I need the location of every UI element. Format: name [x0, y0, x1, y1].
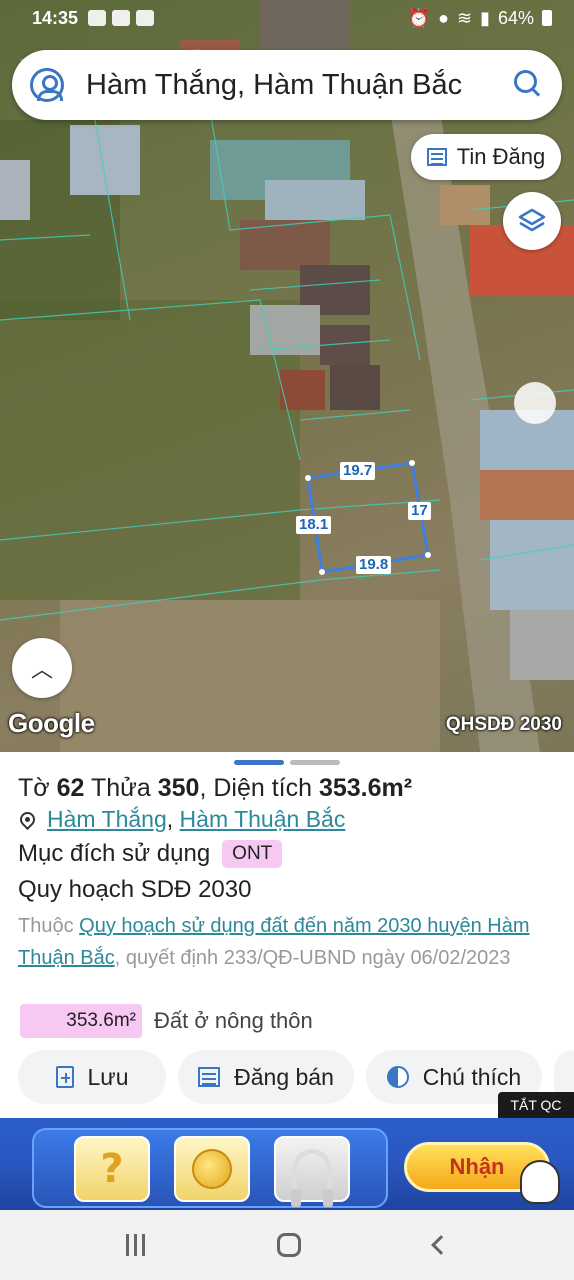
note-suffix: , quyết định 233/QĐ-UBND ngày 06/02/2023	[114, 947, 511, 969]
parcel-dimension-bottom: 19.8	[356, 556, 392, 574]
listings-button[interactable]: Tin Đăng	[411, 134, 561, 180]
alarm-icon: ⏰	[407, 7, 431, 28]
search-icon[interactable]	[514, 70, 544, 100]
sheet-label: Tờ	[18, 774, 50, 802]
account-icon[interactable]	[30, 68, 64, 102]
sheet-number: 62	[56, 774, 85, 802]
lot-label: Thửa	[90, 774, 151, 802]
expand-up-button[interactable]: ︿	[12, 638, 72, 698]
land-use-purpose: Mục đích sử dụng ONT	[18, 840, 283, 868]
area-value: 353.6m²	[318, 774, 413, 802]
parcel-dimension-right: 17	[408, 502, 431, 520]
plan-title: Quy hoạch SDĐ 2030	[18, 876, 252, 903]
headphones-icon	[291, 1149, 333, 1207]
purpose-code-badge: ONT	[222, 840, 283, 868]
commune-link[interactable]: Hàm Thắng	[47, 806, 167, 833]
mail-notification-icon	[112, 10, 131, 26]
post-sale-button[interactable]: Đăng bán	[178, 1050, 354, 1104]
listings-label: Tin Đăng	[456, 144, 546, 169]
sheet-drag-handle[interactable]	[234, 760, 340, 765]
signal-icon: ▮	[480, 7, 490, 28]
wifi-icon: ≋	[456, 7, 473, 28]
land-type-legend: 353.6m² Đất ở nông thôn	[20, 1004, 313, 1038]
status-time: 14:35	[32, 7, 79, 28]
home-button[interactable]	[277, 1233, 302, 1257]
legend-label: Đất ở nông thôn	[154, 1008, 313, 1033]
messenger-notification-icon	[88, 10, 107, 26]
newspaper-icon	[426, 148, 447, 166]
save-label: Lưu	[87, 1063, 129, 1090]
ad-question-tile: ?	[74, 1136, 150, 1202]
coin-icon	[192, 1149, 232, 1189]
chevron-up-icon: ︿	[30, 657, 53, 682]
note-prefix: Thuộc	[18, 915, 74, 937]
location-pin-icon	[16, 808, 39, 831]
listing-icon	[198, 1067, 221, 1087]
search-bar[interactable]: Hàm Thắng, Hàm Thuận Bắc	[12, 50, 562, 120]
area-label: Diện tích	[213, 774, 313, 802]
back-button[interactable]	[430, 1235, 451, 1255]
pointing-hand-icon	[520, 1160, 560, 1204]
recent-apps-button[interactable]	[126, 1234, 146, 1256]
ad-coins-tile	[174, 1136, 250, 1202]
purpose-label: Mục đích sử dụng	[18, 840, 211, 867]
plan-note: Thuộc Quy hoạch sử dụng đất đến năm 2030…	[18, 910, 558, 974]
contrast-icon	[386, 1066, 409, 1088]
parcel-location: Hàm Thắng, Hàm Thuận Bắc	[16, 806, 346, 833]
post-sale-label: Đăng bán	[234, 1063, 334, 1090]
lot-number: 350	[157, 774, 200, 802]
location-icon: ●	[438, 7, 449, 28]
system-nav-bar	[0, 1210, 574, 1280]
close-ad-button[interactable]: TẮT QC	[498, 1092, 574, 1118]
legend-swatch: 353.6m²	[20, 1004, 142, 1038]
status-bar: 14:35 ⏰ ● ≋ ▮ 64%	[0, 0, 574, 36]
parcel-dimension-top: 19.7	[340, 462, 376, 480]
map-control-circle[interactable]	[514, 382, 556, 424]
layers-button[interactable]	[503, 192, 561, 250]
action-buttons: Lưu Đăng bán Chú thích	[0, 1050, 574, 1104]
layers-icon	[518, 208, 546, 232]
youtube-notification-icon	[136, 10, 155, 26]
google-logo: Google	[8, 708, 95, 738]
battery-level: 64%	[497, 7, 534, 28]
overlay-layer-label: QHSDĐ 2030	[445, 714, 562, 735]
battery-icon	[542, 10, 552, 26]
search-query[interactable]: Hàm Thắng, Hàm Thuận Bắc	[86, 69, 514, 102]
parcel-dimension-left: 18.1	[296, 516, 332, 534]
map-view[interactable]: 19.7 17 18.1 19.8 14:35 ⏰ ● ≋ ▮ 64% Hàm …	[0, 0, 574, 752]
ad-banner[interactable]: ? Nhận	[0, 1118, 574, 1210]
parcel-info-sheet: Tờ 62 Thửa 350, Diện tích 353.6m² Hàm Th…	[0, 752, 574, 1118]
district-link[interactable]: Hàm Thuận Bắc	[180, 806, 346, 833]
save-button[interactable]: Lưu	[18, 1050, 166, 1104]
ad-headphones-tile	[274, 1136, 350, 1207]
add-file-icon	[55, 1066, 74, 1088]
legend-button-label: Chú thích	[422, 1063, 522, 1090]
parcel-title: Tờ 62 Thửa 350, Diện tích 353.6m²	[18, 774, 413, 802]
